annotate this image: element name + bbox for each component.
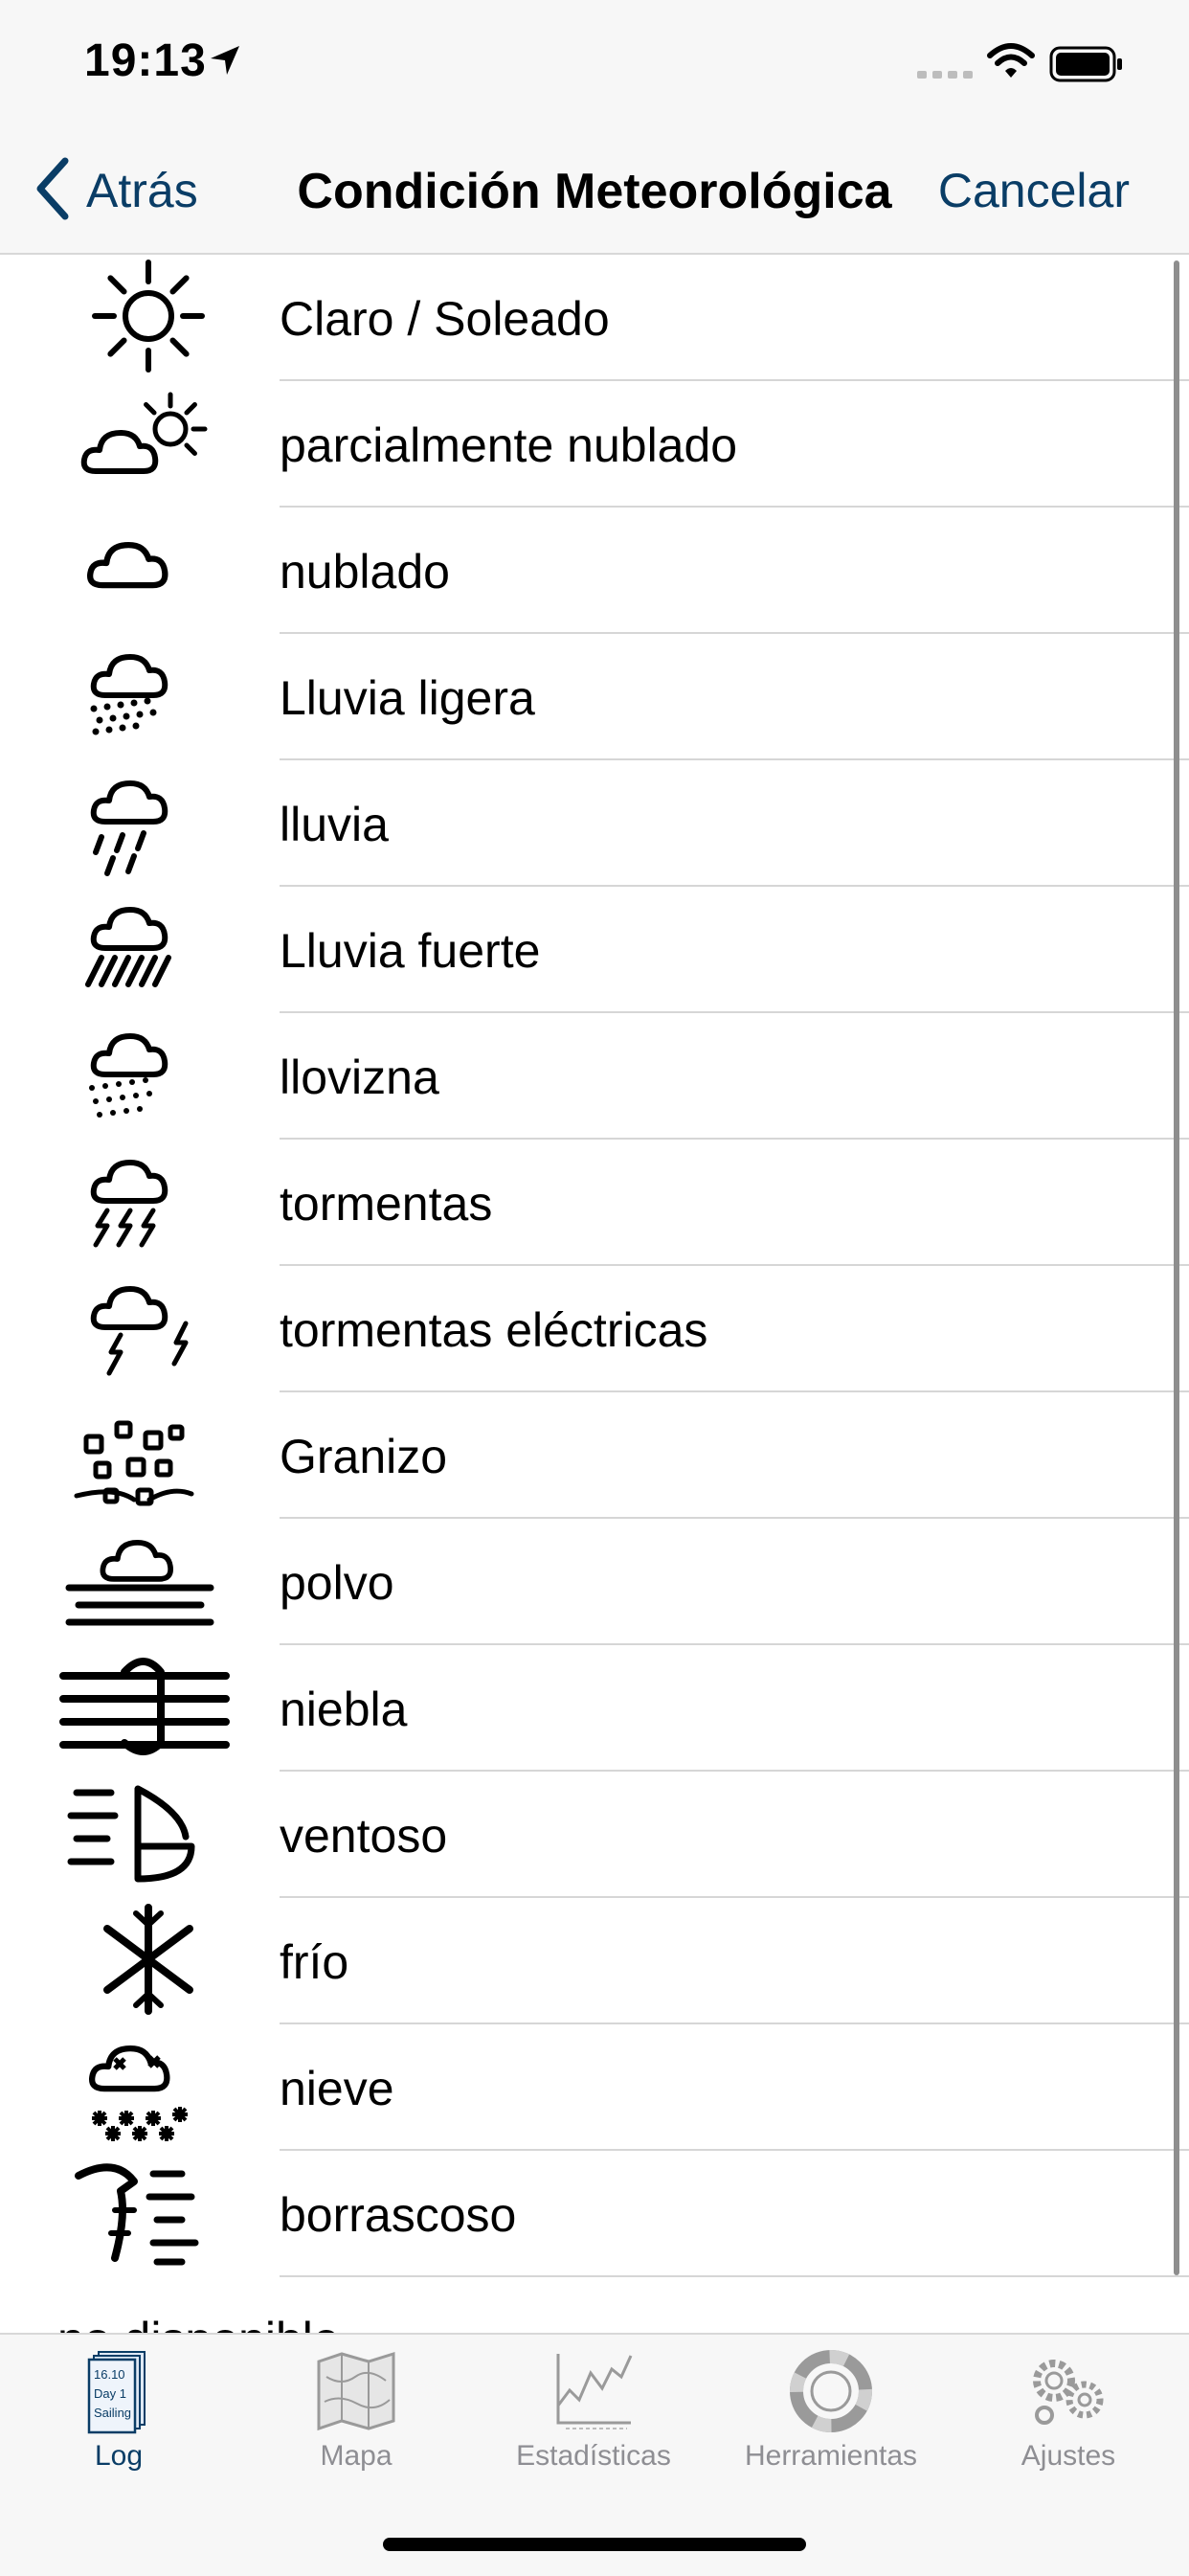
list-item-label: tormentas: [280, 1177, 493, 1231]
logbook-icon: 16.10 Day 1 Sailing: [0, 2348, 237, 2434]
cold-icon: [57, 1900, 239, 2022]
thunderstorm-icon: [57, 1268, 239, 1390]
storm-icon: [57, 1141, 239, 1264]
tab-map-label: Mapa: [320, 2440, 393, 2472]
light-rain-icon: [57, 636, 239, 758]
dust-icon: [57, 1521, 239, 1643]
tab-tools-label: Herramientas: [744, 2440, 918, 2472]
windy-icon: [57, 1774, 239, 1896]
tab-map[interactable]: Mapa: [237, 2348, 475, 2501]
map-icon: [237, 2348, 475, 2434]
list-item-label: Granizo: [280, 1430, 448, 1483]
list-item[interactable]: Lluvia ligera: [0, 634, 1189, 760]
drizzle-icon: [57, 1015, 239, 1138]
navigation-bar: Atrás Condición Meteorológica Cancelar: [0, 126, 1189, 255]
list-item[interactable]: ventoso: [0, 1772, 1189, 1898]
battery-icon: [1049, 46, 1124, 87]
list-item[interactable]: parcialmente nublado: [0, 381, 1189, 508]
back-button[interactable]: Atrás: [34, 157, 198, 224]
list-item[interactable]: lluvia: [0, 760, 1189, 887]
chevron-left-icon: [34, 157, 71, 225]
location-arrow-icon: [209, 44, 241, 81]
list-item-label: niebla: [280, 1683, 408, 1736]
list-item[interactable]: polvo: [0, 1519, 1189, 1645]
list-item[interactable]: Granizo: [0, 1392, 1189, 1519]
gears-icon: [950, 2348, 1187, 2434]
list-item[interactable]: frío: [0, 1898, 1189, 2024]
tab-statistics[interactable]: Estadísticas: [475, 2348, 712, 2501]
weather-condition-list: Claro / Soleado parcialmente nublado nubla…: [0, 255, 1189, 2333]
list-item-label: ventoso: [280, 1809, 448, 1863]
list-item-label: parcialmente nublado: [280, 418, 738, 472]
logbook-icon-text-2: Day 1: [94, 2386, 126, 2401]
tab-settings-label: Ajustes: [1021, 2440, 1116, 2472]
list-item-label: lluvia: [280, 798, 389, 851]
fog-icon: [57, 1647, 239, 1770]
list-item-partial[interactable]: no disponible: [57, 2312, 340, 2333]
logbook-icon-text-3: Sailing: [94, 2406, 131, 2420]
list-item-label: polvo: [280, 1556, 394, 1610]
lifebuoy-icon: [712, 2348, 950, 2434]
list-item[interactable]: tormentas: [0, 1140, 1189, 1266]
list-item-label: frío: [280, 1935, 349, 1989]
status-time: 19:13: [84, 35, 207, 86]
list-item[interactable]: Claro / Soleado: [0, 255, 1189, 381]
squally-icon: [57, 2153, 239, 2275]
list-item[interactable]: borrascoso: [0, 2151, 1189, 2277]
back-label: Atrás: [86, 164, 198, 217]
list-item[interactable]: nublado: [0, 508, 1189, 634]
statistics-icon: [475, 2348, 712, 2434]
cancel-button[interactable]: Cancelar: [938, 163, 1130, 218]
status-bar: 19:13: [0, 0, 1189, 126]
tab-statistics-label: Estadísticas: [516, 2440, 671, 2472]
cloud-icon: [57, 509, 239, 632]
list-item-label: Claro / Soleado: [280, 292, 610, 346]
heavy-rain-icon: [57, 889, 239, 1011]
snow-icon: [57, 2026, 239, 2149]
list-item[interactable]: tormentas eléctricas: [0, 1266, 1189, 1392]
wifi-icon: [986, 42, 1036, 85]
list-item[interactable]: Lluvia fuerte: [0, 887, 1189, 1013]
tab-settings[interactable]: Ajustes: [950, 2348, 1187, 2501]
list-item-label: tormentas eléctricas: [280, 1303, 708, 1357]
hail-icon: [57, 1394, 239, 1517]
list-item-label: Lluvia fuerte: [280, 924, 541, 978]
cellular-signal-icon: [917, 67, 975, 85]
logbook-icon-text-1: 16.10: [94, 2367, 125, 2382]
list-item[interactable]: niebla: [0, 1645, 1189, 1772]
scrollbar[interactable]: [1174, 260, 1179, 2275]
sun-icon: [57, 257, 239, 379]
list-item-label: nublado: [280, 545, 450, 599]
tab-log-label: Log: [94, 2440, 144, 2472]
list-item-label: borrascoso: [280, 2188, 517, 2242]
list-item-label: llovizna: [280, 1051, 439, 1104]
list-item-label: Lluvia ligera: [280, 671, 535, 725]
row-separator: [280, 2275, 1189, 2277]
home-indicator: [383, 2538, 806, 2551]
list-item[interactable]: llovizna: [0, 1013, 1189, 1140]
tab-log[interactable]: 16.10 Day 1 Sailing Log: [0, 2348, 237, 2501]
list-item[interactable]: nieve: [0, 2024, 1189, 2151]
list-item-label: nieve: [280, 2062, 394, 2115]
tab-tools[interactable]: Herramientas: [712, 2348, 950, 2501]
rain-icon: [57, 762, 239, 885]
partly-cloudy-icon: [57, 383, 239, 506]
